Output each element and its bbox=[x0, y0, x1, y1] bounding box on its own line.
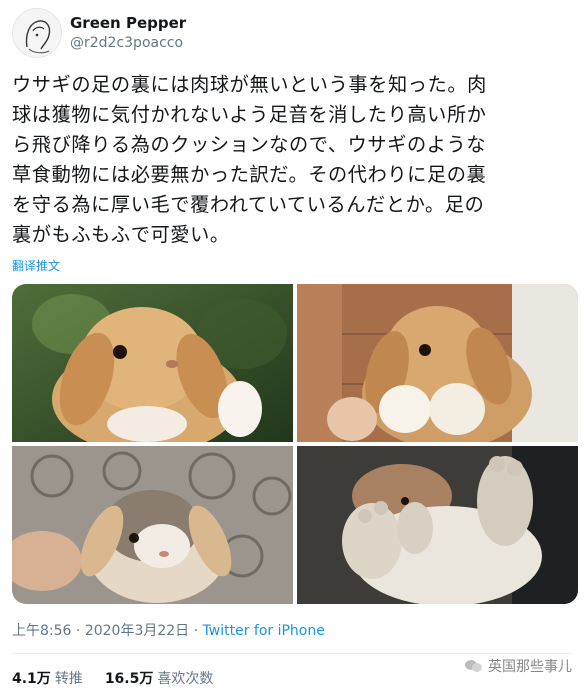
tweet-meta: 上午8:56 · 2020年3月22日 · Twitter for iPhone bbox=[12, 620, 325, 640]
photo-2[interactable] bbox=[297, 284, 578, 442]
watermark-text: 英国那些事儿 bbox=[488, 659, 572, 675]
tweet-time[interactable]: 上午8:56 bbox=[12, 623, 71, 639]
avatar[interactable] bbox=[12, 8, 62, 58]
tweet-stats: 4.1万 转推 16.5万 喜欢次数 bbox=[12, 668, 213, 688]
bunny-photo-icon bbox=[297, 284, 578, 442]
photo-4[interactable] bbox=[297, 446, 578, 604]
photo-1[interactable] bbox=[12, 284, 293, 442]
tweet-date[interactable]: 2020年3月22日 bbox=[85, 623, 189, 639]
likes-count[interactable]: 16.5万 bbox=[105, 668, 154, 688]
meta-separator-2: · bbox=[189, 623, 203, 639]
avatar-sketch-icon bbox=[13, 9, 61, 57]
bunny-photo-icon bbox=[12, 284, 293, 442]
photo-3[interactable] bbox=[12, 446, 293, 604]
tweet-source-link[interactable]: Twitter for iPhone bbox=[203, 623, 325, 639]
display-name[interactable]: Green Pepper bbox=[70, 14, 186, 32]
media-grid bbox=[12, 284, 578, 604]
user-handle[interactable]: @r2d2c3poacco bbox=[70, 35, 183, 51]
retweets-label[interactable]: 转推 bbox=[55, 668, 83, 688]
watermark: 英国那些事儿 bbox=[465, 656, 572, 676]
meta-separator: · bbox=[71, 623, 85, 639]
divider bbox=[12, 653, 572, 654]
translate-tweet-link[interactable]: 翻译推文 bbox=[12, 257, 60, 274]
retweets-count[interactable]: 4.1万 bbox=[12, 668, 51, 688]
bunny-photo-icon bbox=[12, 446, 293, 604]
wechat-icon bbox=[465, 658, 483, 674]
tweet-text: ウサギの足の裏には肉球が無いという事を知った。肉 球は獲物に気付かれないよう足音… bbox=[12, 73, 487, 246]
likes-label[interactable]: 喜欢次数 bbox=[157, 668, 213, 688]
bunny-photo-icon bbox=[297, 446, 578, 604]
tweet-header: Green Pepper @r2d2c3poacco bbox=[12, 8, 572, 60]
